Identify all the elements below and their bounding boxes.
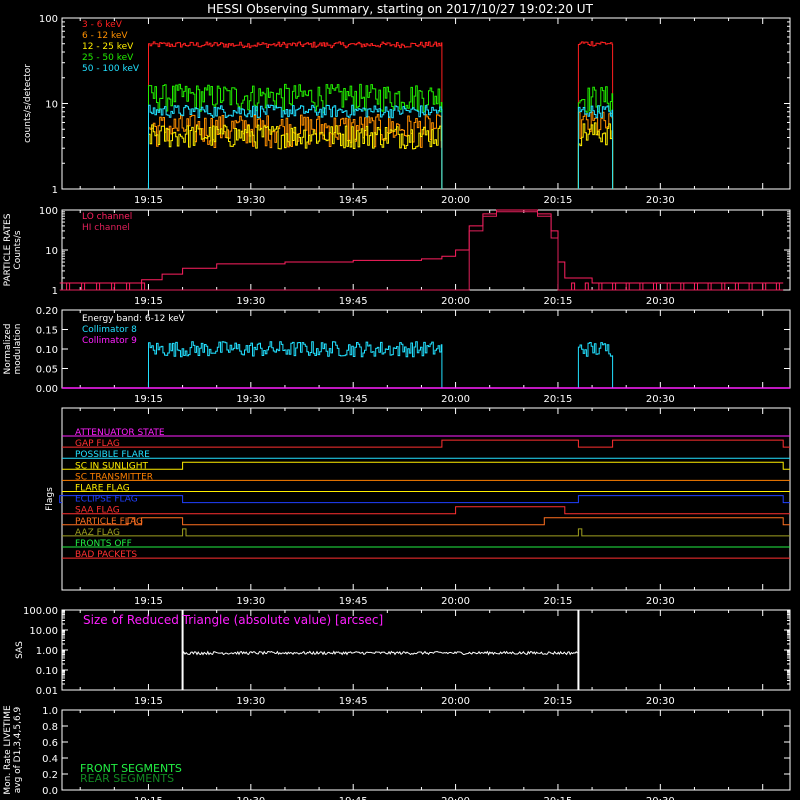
hessi-summary-figure: HESSI Observing Summary, starting on 201… <box>0 0 800 800</box>
legend-entry: 3 - 6 keV <box>82 20 123 30</box>
x-tick-label: 19:30 <box>236 696 265 707</box>
flag-label: POSSIBLE FLARE <box>75 450 150 460</box>
y-tick-label: 0.20 <box>36 306 58 317</box>
x-tick-label: 20:30 <box>646 195 675 206</box>
x-tick-label: 20:15 <box>544 796 573 800</box>
flag-label: SC TRANSMITTER <box>75 472 153 482</box>
legend-entry: 25 - 50 keV <box>82 53 134 63</box>
y-tick-label: 0.8 <box>42 722 58 733</box>
x-tick-label: 19:15 <box>134 596 163 607</box>
sas-annotation: Size of Reduced Triangle (absolute value… <box>83 613 383 627</box>
flag-label: ECLIPSE FLAG <box>75 495 138 505</box>
y-tick-label: 1.00 <box>36 646 58 657</box>
x-tick-label: 20:15 <box>544 696 573 707</box>
x-tick-label: 19:45 <box>339 394 368 405</box>
y-tick-label: 1 <box>52 185 58 196</box>
x-tick-label: 20:30 <box>646 796 675 800</box>
y-tick-label: 0.10 <box>36 345 58 356</box>
y-axis-label: SAS <box>15 641 25 659</box>
y-tick-label: 100 <box>39 14 58 25</box>
y-tick-label: 0.10 <box>36 666 58 677</box>
x-tick-label: 19:45 <box>339 296 368 307</box>
x-tick-label: 19:45 <box>339 596 368 607</box>
x-tick-label: 19:15 <box>134 296 163 307</box>
y-tick-label: 100.00 <box>23 606 58 617</box>
x-tick-label: 20:15 <box>544 195 573 206</box>
x-tick-label: 19:45 <box>339 796 368 800</box>
figure-background <box>0 0 800 800</box>
x-tick-label: 19:45 <box>339 696 368 707</box>
x-tick-label: 19:30 <box>236 796 265 800</box>
y-axis-label: PARTICLE RATES <box>3 213 13 286</box>
y-tick-label: 0.05 <box>36 365 58 376</box>
x-tick-label: 19:30 <box>236 195 265 206</box>
y-tick-label: 10 <box>45 246 58 257</box>
flag-label: GAP FLAG <box>75 439 120 449</box>
x-tick-label: 20:30 <box>646 596 675 607</box>
legend-entry: HI channel <box>82 223 130 233</box>
y-axis-label: modulation <box>13 324 23 375</box>
y-tick-label: 10.00 <box>29 626 58 637</box>
y-tick-label: 0.0 <box>42 786 58 797</box>
y-tick-label: 0.15 <box>36 326 58 337</box>
y-tick-label: 1 <box>52 286 58 297</box>
x-tick-label: 19:15 <box>134 696 163 707</box>
x-tick-label: 20:00 <box>441 195 470 206</box>
x-tick-label: 20:00 <box>441 596 470 607</box>
x-tick-label: 20:00 <box>441 796 470 800</box>
flag-label: AAZ FLAG <box>75 528 120 538</box>
x-tick-label: 20:15 <box>544 296 573 307</box>
x-tick-label: 20:15 <box>544 596 573 607</box>
flag-label: SC IN SUNLIGHT <box>75 461 149 471</box>
energy-band-annotation: Energy band: 6-12 keV <box>82 314 186 324</box>
y-tick-label: 100 <box>39 206 58 217</box>
flag-label: FLARE FLAG <box>75 484 130 494</box>
flag-label: FRONTS OFF <box>75 539 132 549</box>
x-tick-label: 20:00 <box>441 394 470 405</box>
legend-entry: 50 - 100 keV <box>82 64 140 74</box>
flag-label: SAA FLAG <box>75 506 120 516</box>
x-tick-label: 19:30 <box>236 296 265 307</box>
legend-entry: Collimator 8 <box>82 325 137 335</box>
y-tick-label: 0.6 <box>42 738 58 749</box>
x-tick-label: 20:00 <box>441 696 470 707</box>
y-axis-label: Flags <box>45 487 55 511</box>
x-tick-label: 19:15 <box>134 796 163 800</box>
flag-label: ATTENUATOR STATE <box>75 428 165 438</box>
legend-entry: Collimator 9 <box>82 336 137 346</box>
y-axis-label: Mon. Rate LIVETIME <box>3 705 13 795</box>
x-tick-label: 20:00 <box>441 296 470 307</box>
y-axis-label: avg of D1,3,4,5,6,9 <box>13 706 23 793</box>
y-tick-label: 10 <box>45 100 58 111</box>
x-tick-label: 20:15 <box>544 394 573 405</box>
figure-title: HESSI Observing Summary, starting on 201… <box>207 2 593 16</box>
x-tick-label: 19:30 <box>236 596 265 607</box>
legend-entry: LO channel <box>82 212 132 222</box>
x-tick-label: 19:45 <box>339 195 368 206</box>
y-tick-label: 0.01 <box>36 686 58 697</box>
x-tick-label: 20:30 <box>646 394 675 405</box>
legend-entry: REAR SEGMENTS <box>80 772 174 785</box>
legend-entry: 6 - 12 keV <box>82 31 128 41</box>
x-tick-label: 19:15 <box>134 195 163 206</box>
y-axis-label: Counts/s <box>13 230 23 269</box>
x-tick-label: 20:30 <box>646 296 675 307</box>
y-axis-label: Normalized <box>3 323 13 374</box>
y-tick-label: 0.00 <box>36 384 58 395</box>
y-tick-label: 0.2 <box>42 770 58 781</box>
y-axis-label: counts/s/detector <box>23 64 33 143</box>
flag-label: PARTICLE FLAG <box>75 517 143 527</box>
y-tick-label: 0.4 <box>42 754 58 765</box>
x-tick-label: 20:30 <box>646 696 675 707</box>
x-tick-label: 19:15 <box>134 394 163 405</box>
legend-entry: 12 - 25 keV <box>82 42 134 52</box>
y-tick-label: 1.0 <box>42 706 58 717</box>
flag-label: BAD PACKETS <box>75 550 137 560</box>
x-tick-label: 19:30 <box>236 394 265 405</box>
